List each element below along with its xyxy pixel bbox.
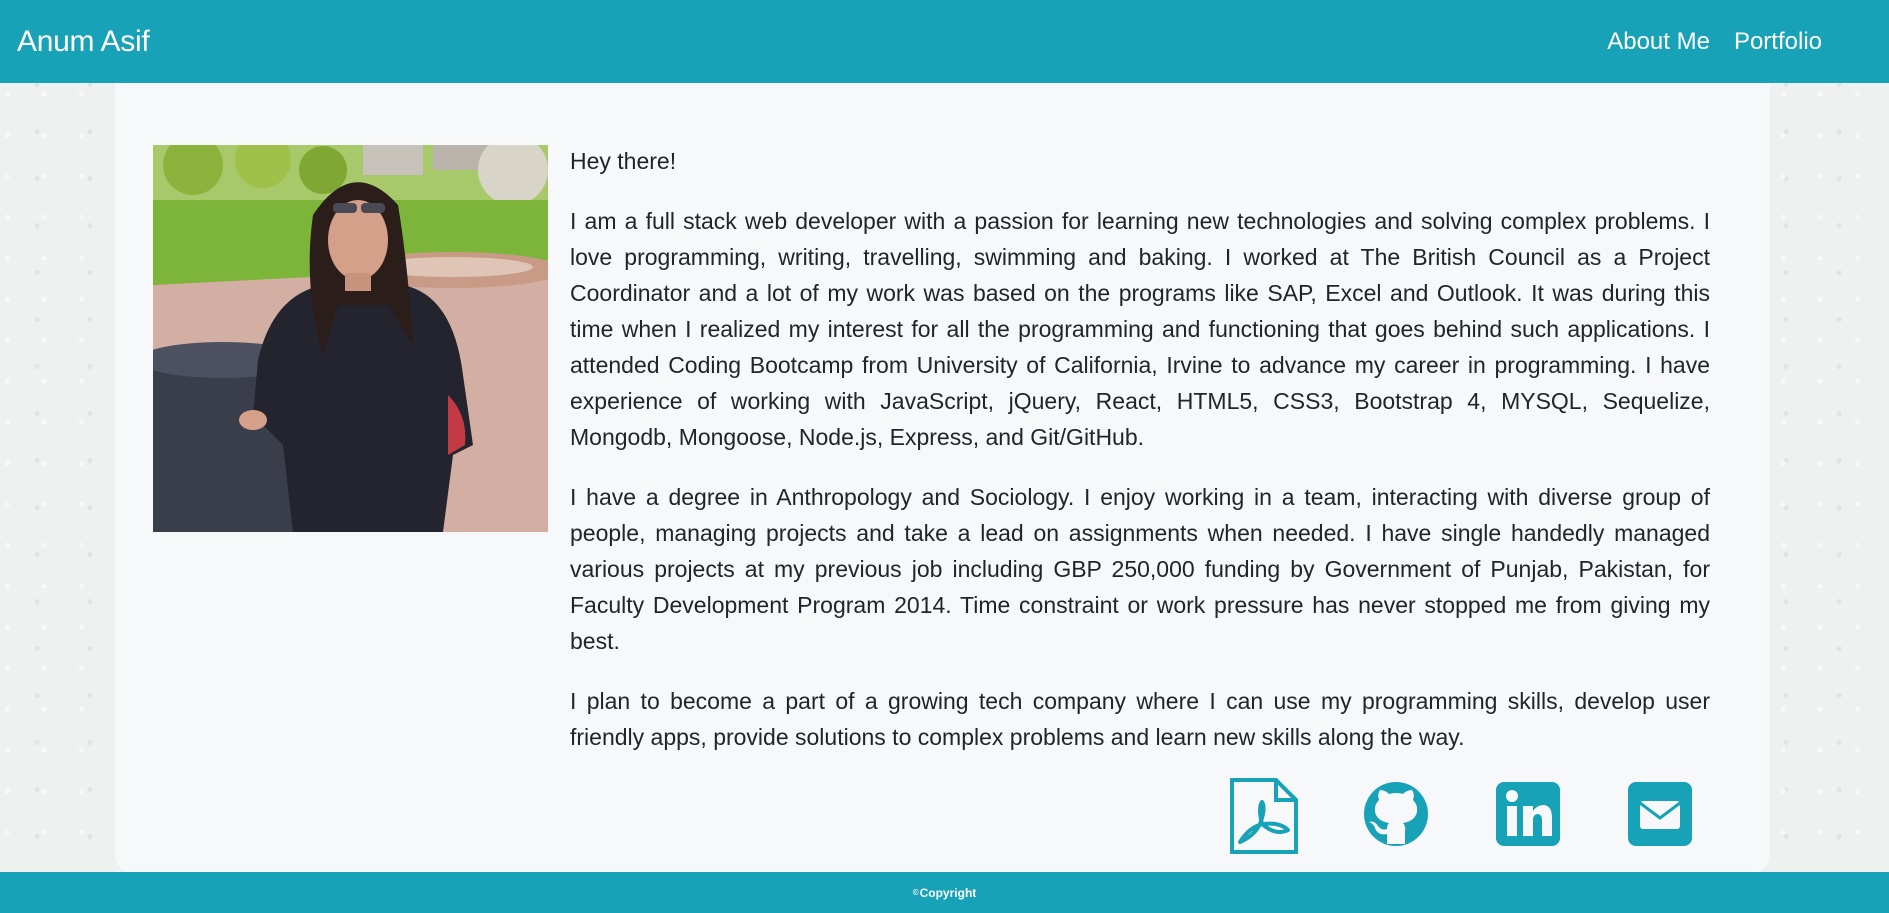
linkedin-icon [1496,782,1560,846]
copyright-symbol: © [912,888,919,897]
greeting-text: Hey there! [570,148,677,174]
resume-pdf-link[interactable] [1228,778,1300,854]
github-icon [1364,782,1428,846]
brand-logo[interactable]: Anum Asif [17,25,150,59]
email-link[interactable] [1624,778,1696,850]
pdf-resume-icon [1230,778,1298,854]
nav-link-about-me[interactable]: About Me [1607,28,1710,56]
copyright-text: Copyright [919,885,977,900]
bio-section: Hey there! I am a full stack web develop… [570,143,1710,779]
navbar: Anum Asif About Me Portfolio [0,0,1889,83]
social-links [1228,778,1728,858]
about-card: Hey there! I am a full stack web develop… [115,83,1770,873]
profile-photo [153,145,548,532]
envelope-icon [1628,782,1692,846]
footer: © Copyright [0,872,1889,913]
github-link[interactable] [1360,778,1432,850]
bio-paragraph-3: I plan to become a part of a growing tec… [570,688,1710,750]
linkedin-link[interactable] [1492,778,1564,850]
nav-links: About Me Portfolio [1583,28,1822,56]
nav-link-portfolio[interactable]: Portfolio [1734,28,1822,56]
bio-paragraph-2: I have a degree in Anthropology and Soci… [570,484,1710,654]
bio-paragraph-1: I am a full stack web developer with a p… [570,208,1710,450]
